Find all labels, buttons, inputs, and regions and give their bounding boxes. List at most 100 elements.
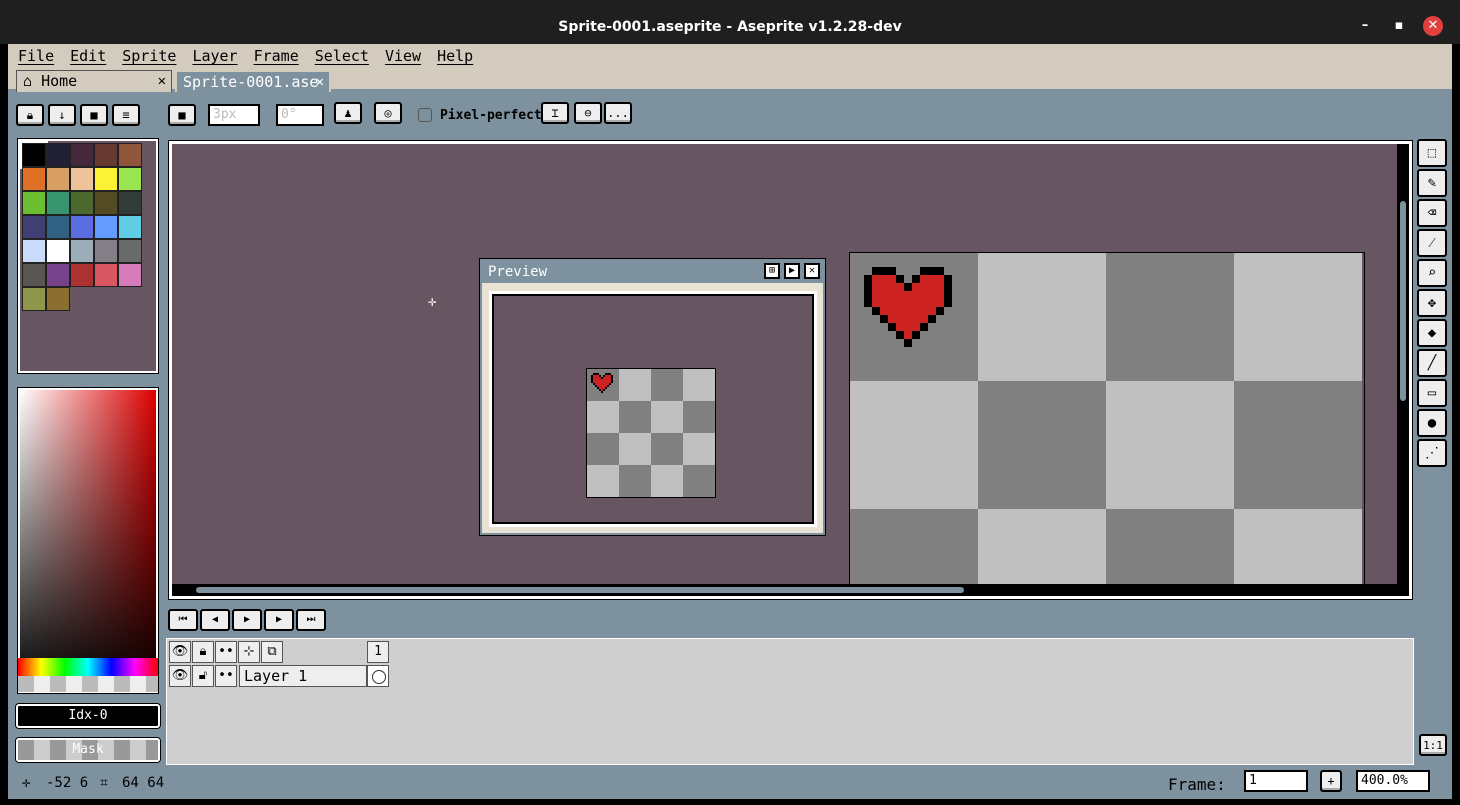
palette-swatch[interactable] — [118, 263, 142, 287]
palette-swatch[interactable] — [22, 167, 46, 191]
pixel-perfect-checkbox[interactable] — [418, 108, 432, 122]
vertical-scroll-thumb[interactable] — [1400, 201, 1406, 401]
palette-swatch[interactable] — [94, 167, 118, 191]
palette-swatch[interactable] — [20, 141, 48, 169]
eraser-tool-icon[interactable]: ⌫ — [1417, 199, 1447, 227]
horizontal-scroll-thumb[interactable] — [196, 587, 964, 593]
palette-swatch[interactable] — [70, 215, 94, 239]
palette-swatch[interactable] — [118, 191, 142, 215]
alpha-slider[interactable] — [18, 676, 158, 692]
menu-frame[interactable]: Frame — [246, 44, 307, 68]
tab-sprite[interactable]: Sprite-0001.ase ✕ — [175, 70, 331, 92]
palette-swatch[interactable] — [22, 239, 46, 263]
pencil-tool-icon[interactable]: ✎ — [1417, 169, 1447, 197]
last-frame-button[interactable]: ⏭ — [296, 609, 326, 631]
preview-viewport[interactable] — [492, 294, 814, 524]
palette-swatch[interactable] — [22, 191, 46, 215]
palette-swatch[interactable] — [118, 215, 142, 239]
layer-1-frame-1-cel[interactable] — [367, 665, 389, 687]
brush-angle-field[interactable]: 0° — [276, 104, 324, 126]
prev-frame-button[interactable]: ◀ — [200, 609, 230, 631]
editor-canvas-area[interactable]: ✛ Preview ⊞ ▶ ✕ — [169, 141, 1412, 599]
horizontal-scrollbar[interactable] — [172, 584, 1409, 596]
eyedropper-tool-icon[interactable]: ⁄ — [1417, 229, 1447, 257]
first-frame-button[interactable]: ⏮ — [168, 609, 198, 631]
palette-lock-button[interactable]: 🔒︎ — [16, 104, 44, 126]
palette-swatch[interactable] — [94, 143, 118, 167]
vertical-scrollbar[interactable] — [1397, 144, 1409, 596]
lock-header-icon[interactable]: 🔒︎ — [192, 641, 214, 663]
frame-input[interactable]: 1 — [1244, 770, 1308, 792]
palette-swatch[interactable] — [118, 143, 142, 167]
sprite-canvas[interactable] — [849, 252, 1365, 592]
palette-presets-button[interactable]: ■ — [80, 104, 108, 126]
link-cels-header-icon[interactable]: ⊹ — [238, 641, 260, 663]
palette-swatch[interactable] — [70, 143, 94, 167]
onion-skin-header-icon[interactable]: •• — [215, 641, 237, 663]
palette-swatch[interactable] — [70, 239, 94, 263]
palette-swatch[interactable] — [46, 191, 70, 215]
tab-home[interactable]: ⌂ Home ✕ — [16, 70, 172, 92]
palette-options-button[interactable]: ≡ — [112, 104, 140, 126]
preview-center-icon[interactable]: ⊞ — [764, 263, 780, 279]
palette-swatch[interactable] — [94, 263, 118, 287]
layer-continuous-icon[interactable]: •• — [215, 665, 237, 687]
menu-edit[interactable]: Edit — [62, 44, 114, 68]
menu-file[interactable]: File — [8, 44, 62, 68]
contour-tool-icon[interactable]: ● — [1417, 409, 1447, 437]
color-picker-field[interactable] — [18, 388, 158, 693]
add-frame-button[interactable]: + — [1320, 770, 1342, 792]
layer-visibility-icon[interactable]: 👁︎ — [169, 665, 191, 687]
menu-help[interactable]: Help — [429, 44, 481, 68]
palette-swatch[interactable] — [118, 239, 142, 263]
palette-swatch[interactable] — [70, 263, 94, 287]
preview-close-icon[interactable]: ✕ — [804, 263, 820, 279]
tab-home-close-icon[interactable]: ✕ — [158, 71, 166, 91]
tab-sprite-close-icon[interactable]: ✕ — [316, 72, 324, 92]
palette-swatch[interactable] — [22, 263, 46, 287]
palette-swatch[interactable] — [46, 263, 70, 287]
palette-swatch[interactable] — [22, 287, 46, 311]
layer-mode-header-icon[interactable]: ⧉ — [261, 641, 283, 663]
menu-view[interactable]: View — [377, 44, 429, 68]
layer-lock-icon[interactable]: 🔓︎ — [192, 665, 214, 687]
brush-type-button[interactable]: ■ — [168, 104, 196, 126]
palette-swatch[interactable] — [70, 167, 94, 191]
next-frame-button[interactable]: ▶ — [264, 609, 294, 631]
palette-swatch[interactable] — [22, 215, 46, 239]
brush-size-field[interactable]: 3px — [208, 104, 260, 126]
zoom-field[interactable]: 400.0% — [1356, 770, 1430, 792]
blur-tool-icon[interactable]: ⋰ — [1417, 439, 1447, 467]
palette-swatch[interactable] — [46, 143, 70, 167]
more-options-button[interactable]: ... — [604, 102, 632, 124]
menu-layer[interactable]: Layer — [184, 44, 245, 68]
frame-header-1[interactable]: 1 — [367, 641, 389, 663]
zoom-1-to-1-button[interactable]: 1:1 — [1419, 734, 1447, 756]
palette-swatch[interactable] — [94, 239, 118, 263]
palette-swatch[interactable] — [118, 167, 142, 191]
maximize-button[interactable]: ▪ — [1389, 16, 1409, 36]
foreground-color-button[interactable]: Idx-0 — [16, 704, 160, 728]
zoom-tool-icon[interactable]: ⌕ — [1417, 259, 1447, 287]
palette-swatch[interactable] — [94, 215, 118, 239]
palette-swatch[interactable] — [46, 215, 70, 239]
layer-name[interactable]: Layer 1 — [239, 665, 367, 687]
play-button[interactable]: ▶ — [232, 609, 262, 631]
marquee-tool-icon[interactable]: ⬚ — [1417, 139, 1447, 167]
pressure-button[interactable]: ◎ — [374, 102, 402, 124]
symmetry-vertical-button[interactable]: ⌶ — [541, 102, 569, 124]
line-tool-icon[interactable]: ╱ — [1417, 349, 1447, 377]
minimize-button[interactable]: – — [1355, 16, 1375, 36]
move-tool-icon[interactable]: ✥ — [1417, 289, 1447, 317]
symmetry-horizontal-button[interactable]: ⊖ — [574, 102, 602, 124]
palette-swatch[interactable] — [46, 167, 70, 191]
palette-sort-button[interactable]: ↓ — [48, 104, 76, 126]
background-color-button[interactable]: Mask — [16, 738, 160, 762]
ink-type-button[interactable]: ♟ — [334, 102, 362, 124]
visibility-header-icon[interactable]: 👁︎ — [169, 641, 191, 663]
palette-swatch[interactable] — [46, 239, 70, 263]
close-button[interactable]: ✕ — [1423, 16, 1443, 36]
bucket-tool-icon[interactable]: ◆ — [1417, 319, 1447, 347]
menu-select[interactable]: Select — [307, 44, 377, 68]
palette-swatch[interactable] — [46, 287, 70, 311]
